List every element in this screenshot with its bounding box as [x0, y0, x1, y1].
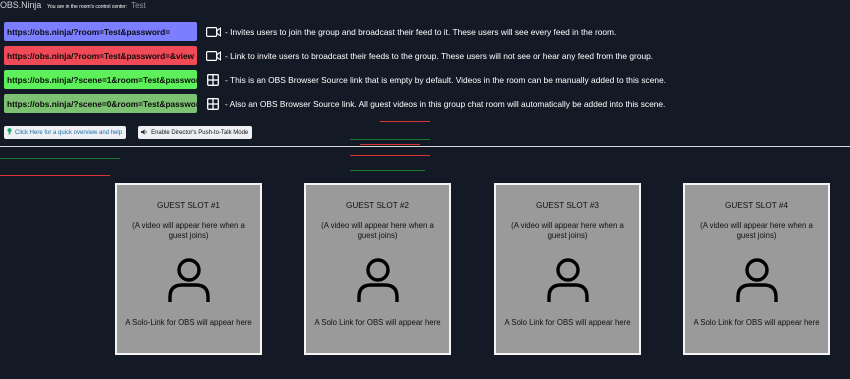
guest-slot-2[interactable]: GUEST SLOT #2 (A video will appear here … [304, 183, 451, 355]
push-to-talk-label: Enable Director's Push-to-Talk Mode [151, 129, 249, 136]
lightbulb-icon [7, 128, 12, 137]
user-avatar-icon [356, 258, 399, 302]
room-label: You are in the room's control center: [47, 4, 128, 10]
guest-invite-link[interactable]: https://obs.ninja/?room=Test&password= [4, 22, 197, 41]
link-description: - Also an OBS Browser Source link. All g… [225, 98, 666, 109]
render-artifact [350, 139, 430, 140]
guest-slot-description: (A video will appear here when a guest j… [321, 221, 434, 240]
control-buttons: Click Here for a quick overview and help… [4, 126, 264, 139]
user-avatar-icon [735, 258, 778, 302]
render-artifact [0, 175, 110, 176]
link-row-broadcast-invite: https://obs.ninja/?room=Test&password=&v… [4, 45, 666, 66]
room-name: Test [131, 1, 146, 10]
help-button[interactable]: Click Here for a quick overview and help [4, 126, 127, 139]
grid-icon [205, 97, 221, 111]
help-button-label: Click Here for a quick overview and help [15, 129, 123, 136]
link-row-scene-0: https://obs.ninja/?scene=0&room=Test&pas… [4, 93, 666, 114]
link-description: - Invites users to join the group and br… [225, 26, 617, 37]
broadcast-invite-link[interactable]: https://obs.ninja/?room=Test&password=&v… [4, 46, 197, 65]
guest-slot-title: GUEST SLOT #4 [725, 201, 788, 210]
invite-links: https://obs.ninja/?room=Test&password= -… [4, 21, 666, 117]
guest-slot-description: (A video will appear here when a guest j… [511, 221, 624, 240]
render-artifact [360, 144, 420, 145]
guest-slot-1[interactable]: GUEST SLOT #1 (A video will appear here … [115, 183, 262, 355]
guest-slot-3[interactable]: GUEST SLOT #3 (A video will appear here … [494, 183, 641, 355]
render-artifact [380, 121, 430, 122]
scene-0-link[interactable]: https://obs.ninja/?scene=0&room=Test&pas… [4, 94, 197, 113]
link-row-scene-1: https://obs.ninja/?scene=1&room=Test&pas… [4, 69, 666, 90]
guest-slot-description: (A video will appear here when a guest j… [700, 221, 813, 240]
guest-slot-4[interactable]: GUEST SLOT #4 (A video will appear here … [683, 183, 830, 355]
solo-link-placeholder: A Solo Link for OBS will appear here [314, 318, 441, 327]
app-title: OBS.Ninja [0, 0, 42, 10]
guest-slot-title: GUEST SLOT #3 [536, 201, 599, 210]
user-avatar-icon [167, 258, 210, 302]
link-row-guest-invite: https://obs.ninja/?room=Test&password= -… [4, 21, 666, 42]
guest-slot-title: GUEST SLOT #2 [346, 201, 409, 210]
speaker-icon [141, 128, 148, 137]
render-artifact [0, 158, 120, 159]
render-artifact [350, 155, 430, 156]
video-camera-icon [205, 49, 221, 63]
solo-link-placeholder: A Solo Link for OBS will appear here [504, 318, 631, 327]
link-description: - Link to invite users to broadcast thei… [225, 50, 654, 61]
solo-link-placeholder: A Solo Link for OBS will appear here [693, 318, 820, 327]
section-divider [0, 146, 850, 147]
solo-link-placeholder: A Solo-Link for OBS will appear here [125, 318, 252, 327]
grid-icon [205, 73, 221, 87]
guest-slot-description: (A video will appear here when a guest j… [132, 221, 245, 240]
link-description: - This is an OBS Browser Source link tha… [225, 74, 666, 85]
guest-slot-title: GUEST SLOT #1 [157, 201, 220, 210]
top-bar: OBS.Ninja You are in the room's control … [0, 0, 146, 12]
push-to-talk-button[interactable]: Enable Director's Push-to-Talk Mode [138, 126, 253, 139]
user-avatar-icon [546, 258, 589, 302]
video-camera-icon [205, 25, 221, 39]
render-artifact [350, 170, 425, 171]
scene-1-link[interactable]: https://obs.ninja/?scene=1&room=Test&pas… [4, 70, 197, 89]
